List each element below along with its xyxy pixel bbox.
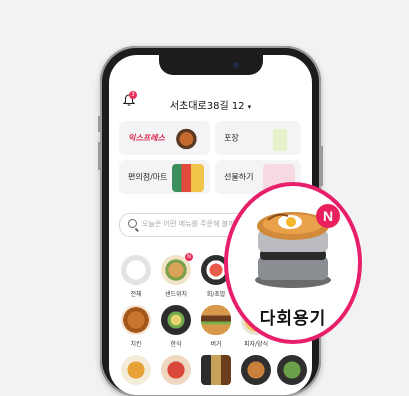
card-takeout[interactable]: 포장 bbox=[215, 121, 301, 155]
food-image: N bbox=[161, 253, 193, 285]
food-image bbox=[121, 305, 151, 335]
food-image bbox=[241, 355, 271, 385]
search-icon bbox=[128, 219, 137, 228]
food-image bbox=[201, 305, 231, 335]
category-label: 한식 bbox=[170, 341, 182, 348]
side-button bbox=[321, 146, 323, 186]
food-image bbox=[277, 355, 307, 385]
camera bbox=[232, 62, 239, 68]
chevron-down-icon: ▾ bbox=[247, 103, 252, 111]
category-label: 버거 bbox=[210, 341, 222, 348]
food-image bbox=[121, 355, 151, 385]
category-chicken[interactable]: 치킨 bbox=[119, 305, 153, 348]
food-image bbox=[121, 255, 151, 285]
new-badge: N bbox=[316, 204, 340, 228]
address-text: 서초대로38길 12 bbox=[169, 101, 245, 112]
new-badge: N bbox=[185, 253, 193, 261]
reusable-container-callout[interactable]: N 다회용기 bbox=[224, 182, 362, 344]
card-label: 선물하기 bbox=[224, 172, 254, 182]
category-tile[interactable] bbox=[239, 355, 273, 385]
category-label: 전체 bbox=[130, 291, 142, 298]
category-korean[interactable]: 한식 bbox=[159, 305, 193, 348]
notch bbox=[158, 55, 263, 75]
card-label: 포장 bbox=[224, 133, 239, 143]
category-tile[interactable] bbox=[275, 355, 309, 385]
address-selector[interactable]: 서초대로38길 12 ▾ bbox=[109, 97, 312, 112]
takeout-bag-image bbox=[263, 125, 295, 153]
category-label: 피자/양식 bbox=[243, 341, 269, 348]
food-image bbox=[201, 355, 231, 385]
card-convenience-store[interactable]: 편의점/마트 bbox=[119, 160, 210, 194]
food-image bbox=[172, 125, 204, 153]
food-image bbox=[161, 355, 191, 385]
category-sandwich[interactable]: N 샌드위치 bbox=[159, 253, 193, 298]
search-placeholder: 오늘은 어떤 메뉴를 주문해 볼까요? bbox=[142, 220, 245, 228]
card-label: 편의점/마트 bbox=[128, 172, 168, 182]
groceries-image bbox=[172, 164, 204, 192]
callout-label: 다회용기 bbox=[259, 309, 327, 329]
category-label: 샌드위치 bbox=[164, 291, 188, 298]
side-button bbox=[98, 116, 100, 132]
category-tile[interactable] bbox=[159, 355, 193, 385]
card-label: 익스프레스 bbox=[128, 133, 165, 143]
category-label: 치킨 bbox=[130, 341, 142, 348]
food-image bbox=[161, 305, 191, 335]
card-express[interactable]: 익스프레스 bbox=[119, 121, 210, 155]
category-tile[interactable] bbox=[119, 355, 153, 385]
side-button bbox=[98, 142, 100, 170]
category-all[interactable]: 전체 bbox=[119, 255, 153, 298]
category-tile[interactable] bbox=[199, 355, 233, 385]
